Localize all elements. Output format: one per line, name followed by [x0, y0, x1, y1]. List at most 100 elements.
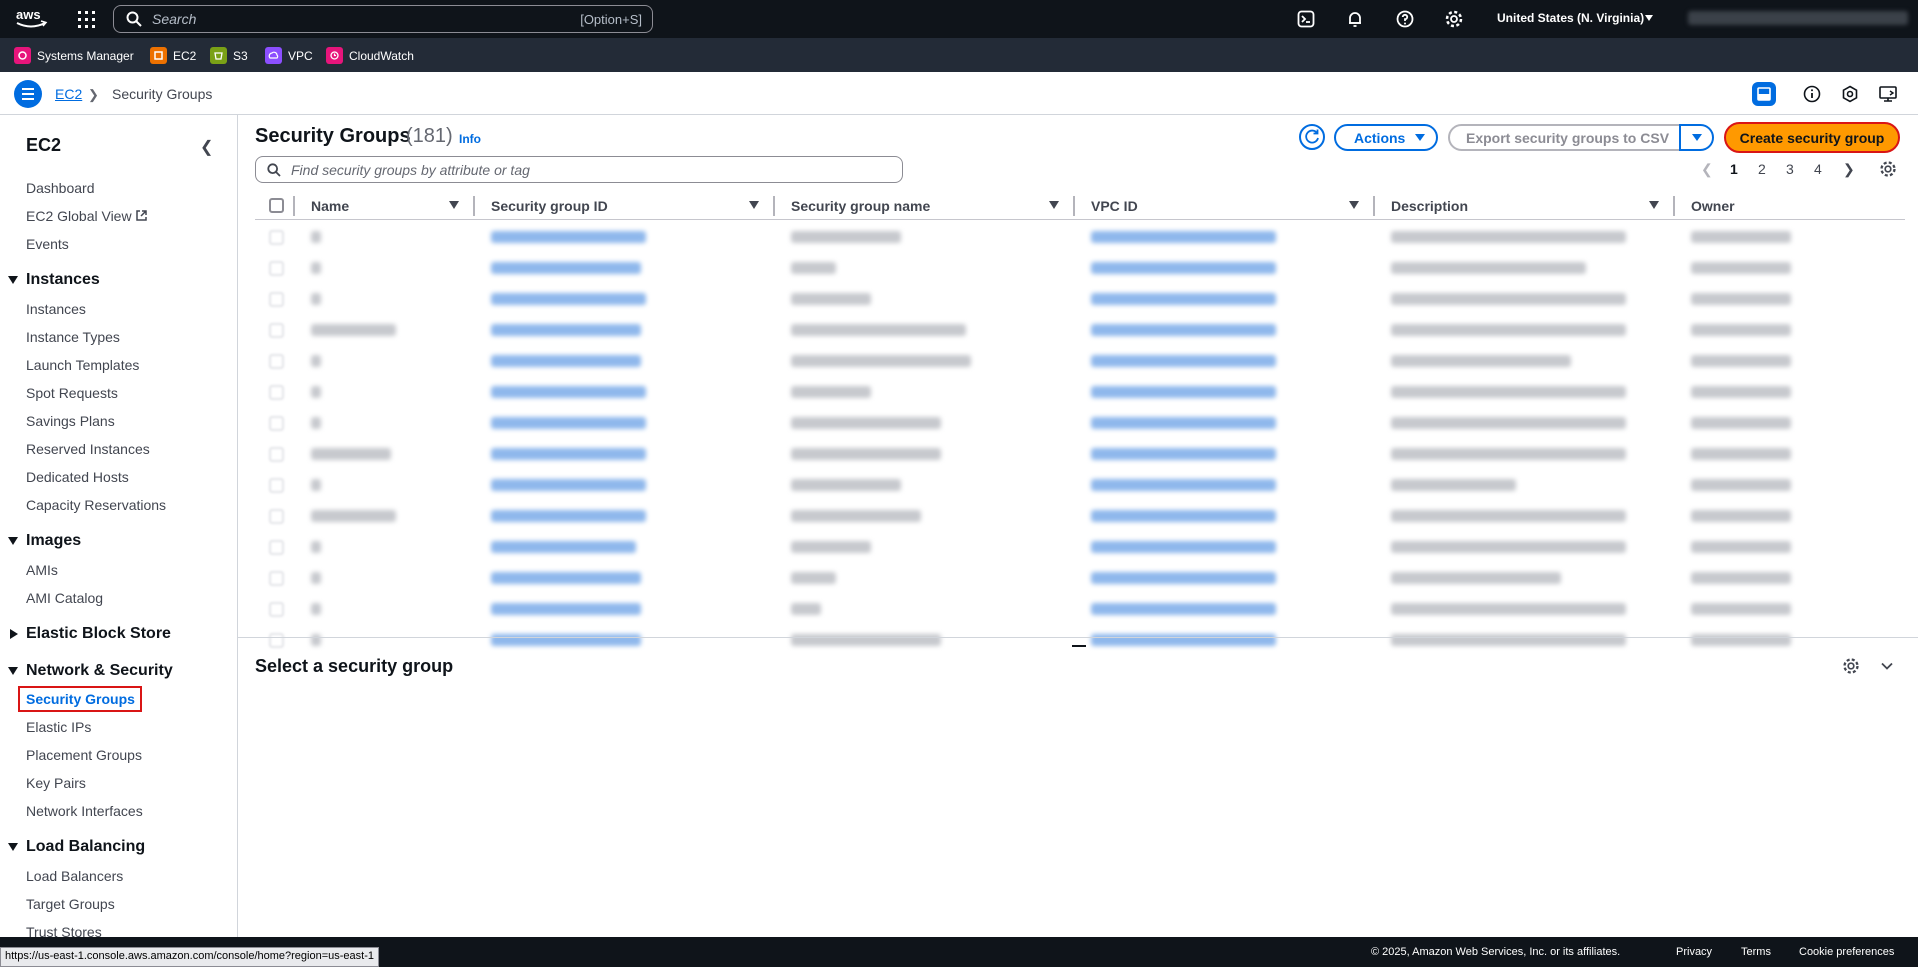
sidebar-item-reserved-instances[interactable]: Reserved Instances	[26, 441, 150, 457]
sidebar-item-events[interactable]: Events	[26, 236, 69, 252]
export-csv-button[interactable]: Export security groups to CSV	[1448, 124, 1681, 151]
row-checkbox[interactable]	[269, 292, 284, 307]
vpc-id-link[interactable]	[1091, 293, 1276, 305]
favorite-vpc[interactable]: VPC	[265, 47, 313, 64]
vpc-id-link[interactable]	[1091, 231, 1276, 243]
split-panel-icon[interactable]	[1752, 82, 1776, 106]
column-header-owner[interactable]: Owner	[1691, 198, 1735, 214]
row-checkbox[interactable]	[269, 230, 284, 245]
security-group-id-link[interactable]	[491, 603, 641, 615]
sidebar-section-images[interactable]: Images	[26, 532, 81, 550]
settings-gear-icon[interactable]	[1445, 10, 1463, 28]
table-row[interactable]	[255, 315, 1905, 346]
sidebar-section-elastic-block-store[interactable]: Elastic Block Store	[26, 625, 171, 643]
page-2[interactable]: 2	[1758, 161, 1766, 177]
favorite-cloudwatch[interactable]: CloudWatch	[326, 47, 414, 64]
vpc-id-link[interactable]	[1091, 262, 1276, 274]
footer-link-terms[interactable]: Terms	[1741, 946, 1771, 958]
column-header-security-group-id[interactable]: Security group ID	[491, 198, 608, 214]
expand-caret-icon[interactable]	[8, 843, 18, 851]
sidebar-item-dedicated-hosts[interactable]: Dedicated Hosts	[26, 469, 129, 485]
security-group-id-link[interactable]	[491, 510, 646, 522]
security-group-id-link[interactable]	[491, 572, 641, 584]
sidebar-section-instances[interactable]: Instances	[26, 271, 100, 289]
sidebar-item-elastic-ips[interactable]: Elastic IPs	[26, 719, 91, 735]
sort-icon[interactable]	[1649, 201, 1659, 209]
vpc-id-link[interactable]	[1091, 448, 1276, 460]
sidebar-item-security-groups[interactable]: Security Groups	[26, 691, 135, 707]
side-navigation-toggle-button[interactable]	[14, 80, 42, 108]
export-options-dropdown-button[interactable]	[1679, 124, 1714, 151]
vpc-id-link[interactable]	[1091, 572, 1276, 584]
security-group-id-link[interactable]	[491, 479, 646, 491]
vpc-id-link[interactable]	[1091, 355, 1276, 367]
table-row[interactable]	[255, 222, 1905, 253]
security-group-id-link[interactable]	[491, 541, 636, 553]
expand-caret-icon[interactable]	[8, 537, 18, 545]
sidebar-section-load-balancing[interactable]: Load Balancing	[26, 838, 145, 856]
table-row[interactable]	[255, 408, 1905, 439]
column-header-description[interactable]: Description	[1391, 198, 1468, 214]
security-group-id-link[interactable]	[491, 293, 646, 305]
sidebar-item-placement-groups[interactable]: Placement Groups	[26, 747, 142, 763]
aws-logo[interactable]: aws	[14, 6, 48, 32]
create-security-group-button[interactable]: Create security group	[1724, 122, 1900, 153]
tutorial-panel-icon[interactable]	[1878, 84, 1898, 104]
security-group-id-link[interactable]	[491, 231, 646, 243]
page-3[interactable]: 3	[1786, 161, 1794, 177]
vpc-id-link[interactable]	[1091, 634, 1276, 646]
table-row[interactable]	[255, 377, 1905, 408]
region-selector[interactable]: United States (N. Virginia)	[1497, 11, 1644, 25]
sidebar-item-load-balancers[interactable]: Load Balancers	[26, 868, 123, 884]
sidebar-item-network-interfaces[interactable]: Network Interfaces	[26, 803, 143, 819]
previous-page-icon[interactable]: ❮	[1701, 161, 1713, 178]
sidebar-item-trust-stores[interactable]: Trust Stores	[26, 924, 102, 937]
column-divider[interactable]	[1073, 196, 1075, 216]
resize-handle[interactable]	[1072, 645, 1086, 647]
vpc-id-link[interactable]	[1091, 541, 1276, 553]
row-checkbox[interactable]	[269, 354, 284, 369]
row-checkbox[interactable]	[269, 633, 284, 648]
row-checkbox[interactable]	[269, 416, 284, 431]
sort-icon[interactable]	[1049, 201, 1059, 209]
security-group-id-link[interactable]	[491, 324, 641, 336]
vpc-id-link[interactable]	[1091, 417, 1276, 429]
help-icon[interactable]	[1396, 10, 1414, 28]
split-panel-settings-gear-icon[interactable]	[1842, 657, 1860, 675]
security-group-id-link[interactable]	[491, 448, 646, 460]
refresh-button[interactable]	[1299, 124, 1325, 150]
row-checkbox[interactable]	[269, 323, 284, 338]
footer-link-privacy[interactable]: Privacy	[1676, 946, 1712, 958]
info-panel-icon[interactable]	[1802, 84, 1822, 104]
collapse-sidebar-chevron-left-icon[interactable]: ❮	[200, 137, 213, 157]
security-group-id-link[interactable]	[491, 634, 641, 646]
sort-icon[interactable]	[749, 201, 759, 209]
services-menu-icon[interactable]	[78, 11, 95, 28]
sidebar-item-ami-catalog[interactable]: AMI Catalog	[26, 590, 103, 606]
info-link[interactable]: Info	[459, 132, 481, 146]
vpc-id-link[interactable]	[1091, 324, 1276, 336]
sidebar-item-spot-requests[interactable]: Spot Requests	[26, 385, 118, 401]
sidebar-item-target-groups[interactable]: Target Groups	[26, 896, 115, 912]
sort-icon[interactable]	[1349, 201, 1359, 209]
column-divider[interactable]	[773, 196, 775, 216]
sidebar-section-network-security[interactable]: Network & Security	[26, 662, 173, 680]
favorite-systems-manager[interactable]: Systems Manager	[14, 47, 134, 64]
row-checkbox[interactable]	[269, 509, 284, 524]
expand-caret-icon[interactable]	[8, 276, 18, 284]
table-row[interactable]	[255, 625, 1905, 656]
security-group-id-link[interactable]	[491, 417, 646, 429]
security-group-id-link[interactable]	[491, 262, 641, 274]
preferences-hexagon-icon[interactable]	[1840, 84, 1860, 104]
table-row[interactable]	[255, 470, 1905, 501]
expand-caret-icon[interactable]	[8, 667, 18, 675]
column-divider[interactable]	[1373, 196, 1375, 216]
table-row[interactable]	[255, 594, 1905, 625]
column-header-vpc-id[interactable]: VPC ID	[1091, 198, 1138, 214]
security-group-filter-input[interactable]: Find security groups by attribute or tag	[255, 156, 903, 183]
page-4[interactable]: 4	[1814, 161, 1822, 177]
column-divider[interactable]	[1673, 196, 1675, 216]
global-search-input[interactable]: Search [Option+S]	[113, 5, 653, 33]
table-row[interactable]	[255, 563, 1905, 594]
column-header-security-group-name[interactable]: Security group name	[791, 198, 930, 214]
